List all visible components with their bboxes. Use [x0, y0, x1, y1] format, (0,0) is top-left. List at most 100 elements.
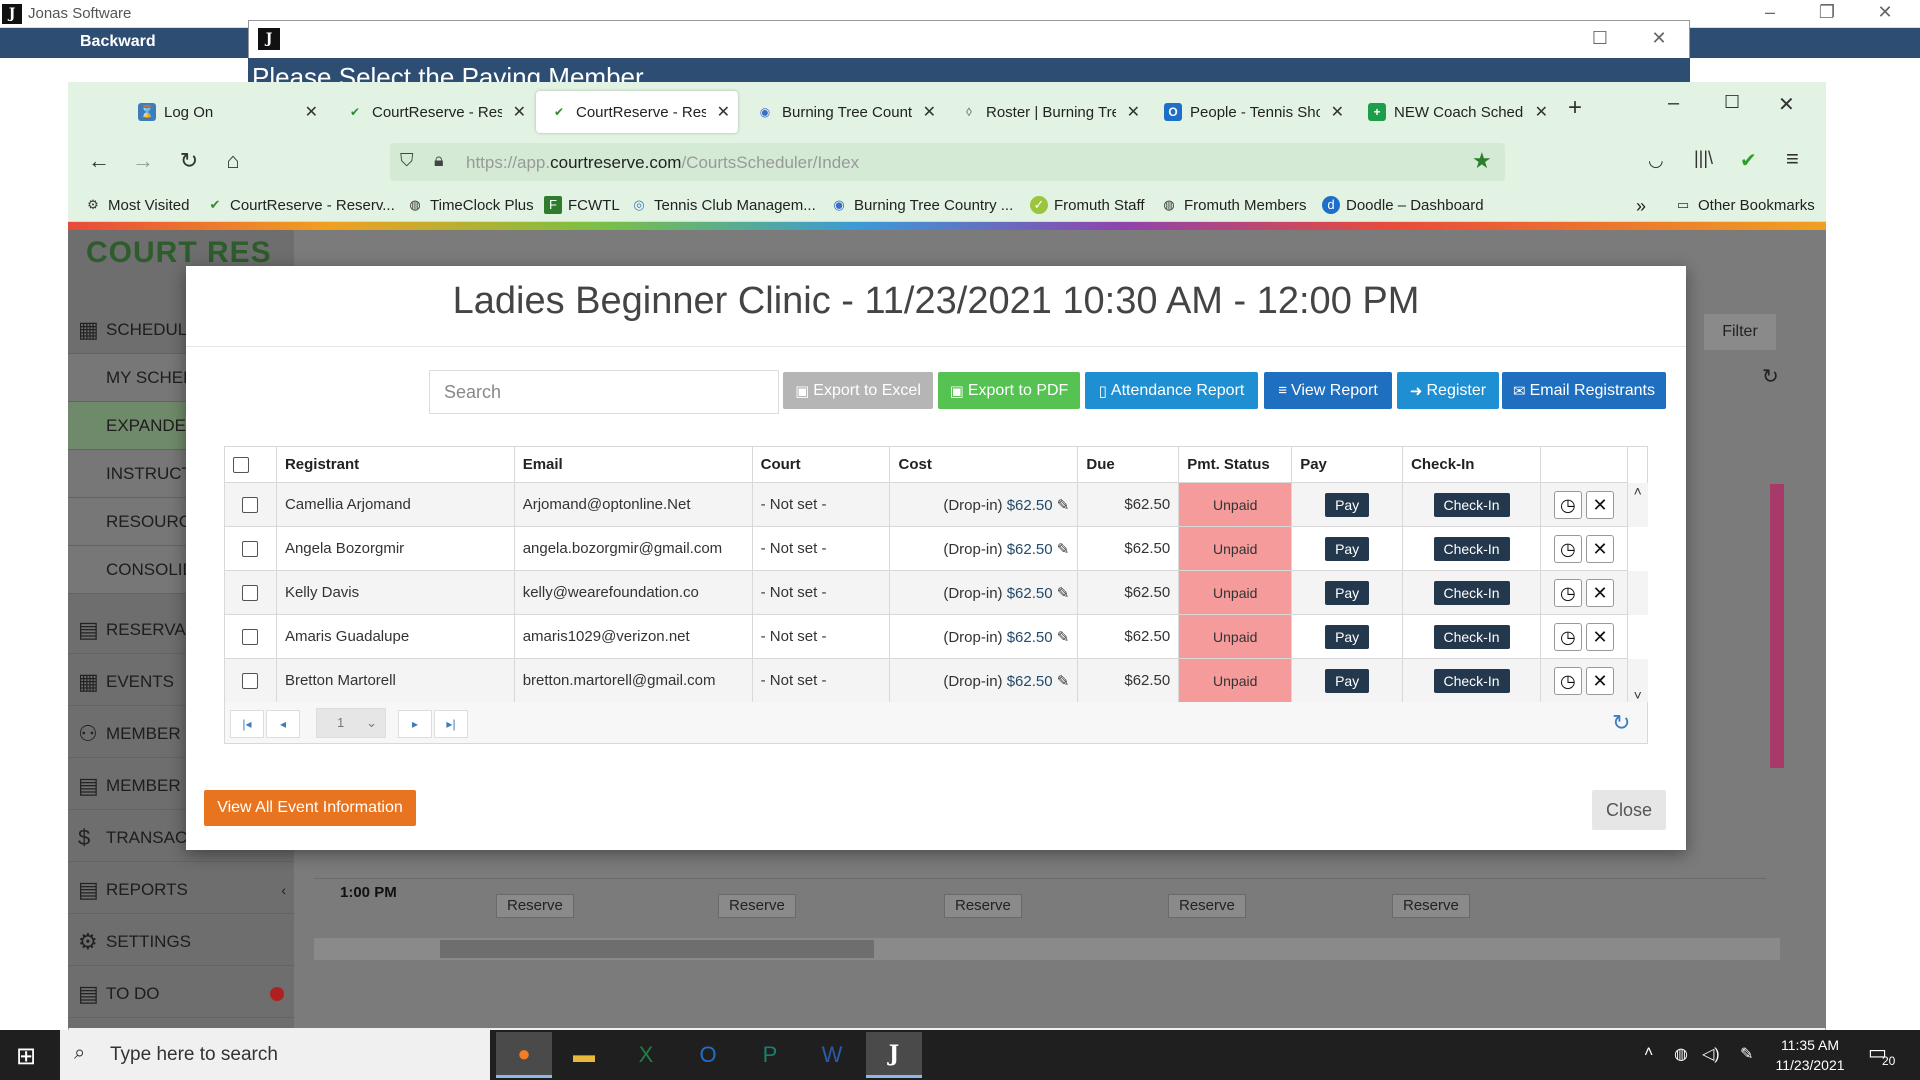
checkin-button[interactable]: Check-In [1433, 580, 1510, 605]
checkin-button[interactable]: Check-In [1433, 624, 1510, 649]
view-all-event-info-button[interactable]: View All Event Information [204, 790, 416, 826]
close-tab-icon[interactable]: ✕ [1331, 102, 1344, 122]
pay-button[interactable]: Pay [1325, 580, 1370, 605]
restore-icon[interactable]: ❐ [1812, 2, 1842, 23]
tray-chevron-up-icon[interactable]: ˄ [1644, 1044, 1653, 1062]
registrant-name[interactable]: Amaris Guadalupe [275, 614, 515, 659]
history-clock-icon[interactable]: ◷ [1553, 578, 1582, 607]
bookmark-fromuth-members[interactable]: ◍ Fromuth Members [1160, 196, 1306, 214]
export-pdf-button[interactable]: ▣ Export to PDF [938, 372, 1080, 409]
tab-people[interactable]: O People - Tennis Shop ✕ [1150, 91, 1352, 133]
backward-menu[interactable]: Backward [80, 33, 156, 51]
checkin-button[interactable]: Check-In [1433, 492, 1510, 517]
bookmark-most-visited[interactable]: ⚙ Most Visited [84, 196, 189, 214]
bookmark-fcwtl[interactable]: F FCWTL [544, 196, 620, 214]
checkin-button[interactable]: Check-In [1433, 668, 1510, 693]
close-tab-icon[interactable]: ✕ [717, 102, 730, 122]
next-page-icon[interactable]: ▸ [398, 710, 432, 738]
outlook-icon[interactable]: O [680, 1032, 736, 1078]
star-icon[interactable]: ★ [1472, 148, 1492, 174]
reserve-button[interactable]: Reserve [496, 894, 574, 918]
scroll-down-icon[interactable]: ˅ [1627, 658, 1648, 703]
close-tab-icon[interactable]: ✕ [305, 102, 318, 122]
column-cost[interactable]: Cost [889, 446, 1079, 483]
row-checkbox[interactable] [242, 673, 259, 690]
word-icon[interactable]: W [804, 1032, 860, 1078]
remove-x-icon[interactable]: ✕ [1586, 534, 1614, 563]
tab-burning-tree[interactable]: ◉ Burning Tree Countr ✕ [742, 91, 944, 133]
menu-icon[interactable]: ≡ [1786, 146, 1799, 172]
forward-icon[interactable]: → [128, 148, 158, 174]
reserve-button[interactable]: Reserve [1392, 894, 1470, 918]
bookmark-burning-tree[interactable]: ◉ Burning Tree Country ... [830, 196, 1013, 214]
close-icon[interactable]: ✕ [1778, 92, 1795, 117]
close-icon[interactable]: ✕ [1644, 28, 1674, 49]
jonas-app-icon[interactable]: J [866, 1032, 922, 1078]
network-globe-icon[interactable]: ◍ [1674, 1044, 1688, 1064]
close-tab-icon[interactable]: ✕ [1535, 102, 1548, 122]
sidebar-item-reports[interactable]: ▤ REPORTS ‹ [68, 866, 294, 914]
pocket-icon[interactable]: ◡ [1648, 150, 1664, 171]
page-select[interactable]: 1 ⌄ [316, 708, 386, 738]
sidebar-item-settings[interactable]: ⚙ SETTINGS [68, 918, 294, 966]
maximize-icon[interactable]: ☐ [1724, 92, 1740, 113]
pen-icon[interactable]: ✎ [1740, 1044, 1753, 1064]
remove-x-icon[interactable]: ✕ [1586, 578, 1614, 607]
tab-courtreserve-2[interactable]: ✔ CourtReserve - Rese ✕ [536, 91, 738, 133]
remove-x-icon[interactable]: ✕ [1586, 666, 1614, 695]
excel-icon[interactable]: X [618, 1032, 674, 1078]
home-icon[interactable]: ⌂ [218, 148, 248, 174]
lock-icon[interactable]: 🔒︎ [434, 150, 444, 171]
reserve-button[interactable]: Reserve [718, 894, 796, 918]
checkin-button[interactable]: Check-In [1433, 536, 1510, 561]
pay-button[interactable]: Pay [1325, 668, 1370, 693]
select-all-checkbox[interactable] [233, 457, 249, 474]
bookmark-other[interactable]: ▭ Other Bookmarks [1674, 196, 1815, 214]
bookmark-tennis-club[interactable]: ◎ Tennis Club Managem... [630, 196, 815, 214]
remove-x-icon[interactable]: ✕ [1586, 490, 1614, 519]
row-checkbox[interactable] [242, 585, 259, 602]
last-page-icon[interactable]: ▸| [434, 710, 468, 738]
firefox-icon[interactable]: ● [496, 1032, 552, 1078]
column-court[interactable]: Court [751, 446, 891, 483]
reserve-button[interactable]: Reserve [1168, 894, 1246, 918]
tab-courtreserve-1[interactable]: ✔ CourtReserve - Rese ✕ [332, 91, 534, 133]
registrant-name[interactable]: Camellia Arjomand [275, 482, 515, 527]
first-page-icon[interactable]: |◂ [230, 710, 264, 738]
file-explorer-icon[interactable]: ▬ [556, 1032, 612, 1078]
sidebar-item-todo[interactable]: ▤ TO DO [68, 970, 294, 1018]
column-registrant[interactable]: Registrant [275, 446, 515, 483]
filter-button[interactable]: Filter [1704, 314, 1776, 350]
column-checkin[interactable]: Check-In [1402, 446, 1541, 483]
history-clock-icon[interactable]: ◷ [1553, 490, 1582, 519]
tab-roster[interactable]: ◊ Roster | Burning Tre ✕ [946, 91, 1148, 133]
publisher-icon[interactable]: P [742, 1032, 798, 1078]
pay-button[interactable]: Pay [1325, 536, 1370, 561]
email-registrants-button[interactable]: ✉ Email Registrants [1502, 372, 1666, 409]
remove-x-icon[interactable]: ✕ [1586, 622, 1614, 651]
new-tab-icon[interactable]: + [1568, 94, 1582, 122]
edit-pencil-icon[interactable]: ✎ [1057, 541, 1070, 558]
export-excel-button[interactable]: ▣ Export to Excel [783, 372, 933, 409]
windows-start-icon[interactable]: ⊞ [16, 1042, 36, 1071]
bookmark-courtreserve[interactable]: ✔ CourtReserve - Reserv... [206, 196, 395, 214]
pay-button[interactable]: Pay [1325, 492, 1370, 517]
tab-coach-schedule[interactable]: + NEW Coach Schedul ✕ [1354, 91, 1556, 133]
view-report-button[interactable]: ≡ View Report [1264, 372, 1392, 409]
minimize-icon[interactable]: – [1755, 2, 1785, 23]
column-pmt-status[interactable]: Pmt. Status [1178, 446, 1293, 483]
edit-pencil-icon[interactable]: ✎ [1057, 629, 1070, 646]
close-tab-icon[interactable]: ✕ [513, 102, 526, 122]
shield-icon[interactable]: ⛉ [400, 150, 414, 171]
tab-log-on[interactable]: ⌛ Log On ✕ [124, 91, 326, 133]
reload-icon[interactable]: ↻ [174, 148, 204, 174]
bookmark-timeclock[interactable]: ◍ TimeClock Plus [406, 196, 533, 214]
registrant-name[interactable]: Kelly Davis [275, 570, 515, 615]
edit-pencil-icon[interactable]: ✎ [1057, 585, 1070, 602]
close-tab-icon[interactable]: ✕ [923, 102, 936, 122]
column-email[interactable]: Email [513, 446, 753, 483]
row-checkbox[interactable] [242, 541, 259, 558]
search-input[interactable] [429, 370, 779, 414]
reserve-button[interactable]: Reserve [944, 894, 1022, 918]
bookmarks-overflow-icon[interactable]: » [1636, 196, 1646, 217]
